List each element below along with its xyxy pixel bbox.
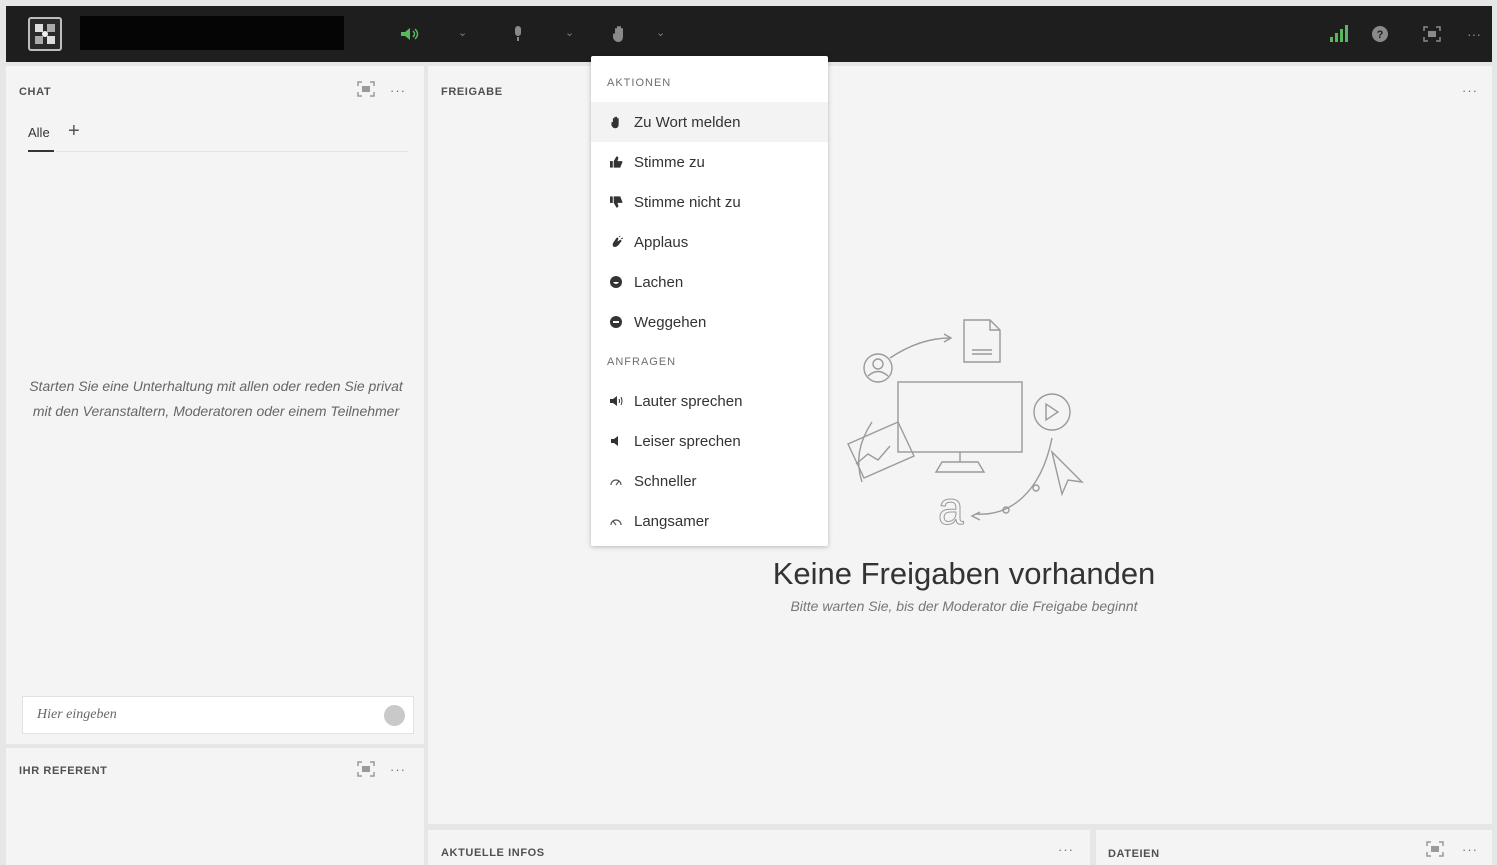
menu-item-label: Applaus [634, 233, 689, 251]
thumbs-down-icon [609, 195, 623, 209]
menu-section-actions: AKTIONEN [607, 77, 672, 89]
menu-item-label: Weggehen [634, 313, 707, 331]
thumbs-up-icon [609, 155, 623, 169]
tab-alle[interactable]: Alle [28, 125, 50, 140]
more-icon[interactable]: ··· [1464, 24, 1484, 44]
chat-more-icon[interactable]: ··· [390, 83, 406, 98]
files-pod: DATEIEN ··· [1096, 830, 1492, 865]
menu-item-weggehen[interactable]: Weggehen [591, 302, 828, 342]
chat-pod: CHAT ··· Alle + Starten Sie eine Unterha… [6, 66, 424, 744]
signal-icon[interactable] [1328, 24, 1348, 44]
news-more-icon[interactable]: ··· [1058, 842, 1074, 857]
hand-icon[interactable] [610, 24, 630, 44]
referent-more-icon[interactable]: ··· [390, 762, 406, 777]
microphone-chevron-down-icon[interactable]: ⌄ [565, 26, 574, 39]
away-icon [609, 315, 623, 329]
menu-item-label: Lauter sprechen [634, 392, 743, 410]
menu-item-label: Stimme zu [634, 153, 705, 171]
no-share-title: Keine Freigaben vorhanden [772, 556, 1156, 591]
chat-input[interactable] [23, 697, 363, 733]
menu-item-stimme-zu[interactable]: Stimme zu [591, 142, 828, 182]
app-logo-icon [28, 17, 62, 51]
tab-divider [56, 151, 408, 152]
menu-item-label: Stimme nicht zu [634, 193, 741, 211]
fullscreen-icon[interactable] [357, 81, 375, 97]
menu-item-zu-wort-melden[interactable]: Zu Wort melden [591, 102, 828, 142]
speaker-icon[interactable] [400, 24, 420, 44]
volume-up-icon [609, 394, 623, 408]
share-title: FREIGABE [441, 86, 503, 98]
menu-item-label: Leiser sprechen [634, 432, 741, 450]
referent-pod: IHR REFERENT ··· [6, 748, 424, 865]
menu-item-lachen[interactable]: Lachen [591, 262, 828, 302]
menu-item-stimme-nicht-zu[interactable]: Stimme nicht zu [591, 182, 828, 222]
fullscreen-icon[interactable] [1426, 841, 1444, 857]
menu-item-schneller[interactable]: Schneller [591, 461, 828, 501]
chat-title: CHAT [19, 86, 52, 98]
files-title: DATEIEN [1108, 848, 1160, 860]
referent-title: IHR REFERENT [19, 765, 108, 777]
menu-item-label: Schneller [634, 472, 697, 490]
menu-item-applaus[interactable]: Applaus [591, 222, 828, 262]
files-more-icon[interactable]: ··· [1462, 842, 1478, 857]
menu-item-langsamer[interactable]: Langsamer [591, 501, 828, 541]
slow-down-icon [609, 514, 623, 528]
volume-down-icon [609, 434, 623, 448]
tab-underline [28, 150, 54, 152]
svg-text:?: ? [1377, 29, 1384, 41]
menu-item-lauter-sprechen[interactable]: Lauter sprechen [591, 381, 828, 421]
share-pod: FREIGABE ··· a Keine Freigaben vorhanden… [428, 66, 1492, 824]
menu-item-leiser-sprechen[interactable]: Leiser sprechen [591, 421, 828, 461]
menu-item-label: Langsamer [634, 512, 710, 530]
speaker-chevron-down-icon[interactable]: ⌄ [458, 26, 467, 39]
hand-icon [609, 115, 623, 129]
speed-up-icon [609, 474, 623, 488]
help-icon[interactable]: ? [1370, 24, 1390, 44]
no-share-subtitle: Bitte warten Sie, bis der Moderator die … [790, 598, 1138, 614]
fullscreen-icon[interactable] [357, 761, 375, 777]
meeting-name [80, 16, 344, 50]
news-title: AKTUELLE INFOS [441, 847, 545, 859]
share-more-icon[interactable]: ··· [1462, 83, 1478, 98]
menu-item-label: Lachen [634, 273, 684, 291]
hand-chevron-down-icon[interactable]: ⌄ [656, 26, 665, 39]
laugh-icon [609, 275, 623, 289]
menu-item-label: Zu Wort melden [634, 113, 741, 131]
menu-section-requests: ANFRAGEN [607, 356, 677, 368]
svg-text:a: a [938, 482, 964, 534]
microphone-icon[interactable] [508, 24, 528, 44]
applause-icon [609, 235, 623, 249]
news-pod: AKTUELLE INFOS ··· [428, 830, 1090, 865]
fullscreen-icon[interactable] [1422, 24, 1442, 44]
status-menu: AKTIONEN Zu Wort melden Stimme zu Stimme… [591, 56, 828, 546]
chat-input-box [22, 696, 414, 734]
top-bar: ⌄ ⌄ ⌄ ? ··· [6, 6, 1492, 62]
add-tab-icon[interactable]: + [68, 120, 80, 143]
emoji-icon[interactable] [384, 705, 405, 726]
chat-empty-message: Starten Sie eine Unterhaltung mit allen … [29, 378, 403, 419]
no-share-illustration: a [847, 319, 1084, 534]
